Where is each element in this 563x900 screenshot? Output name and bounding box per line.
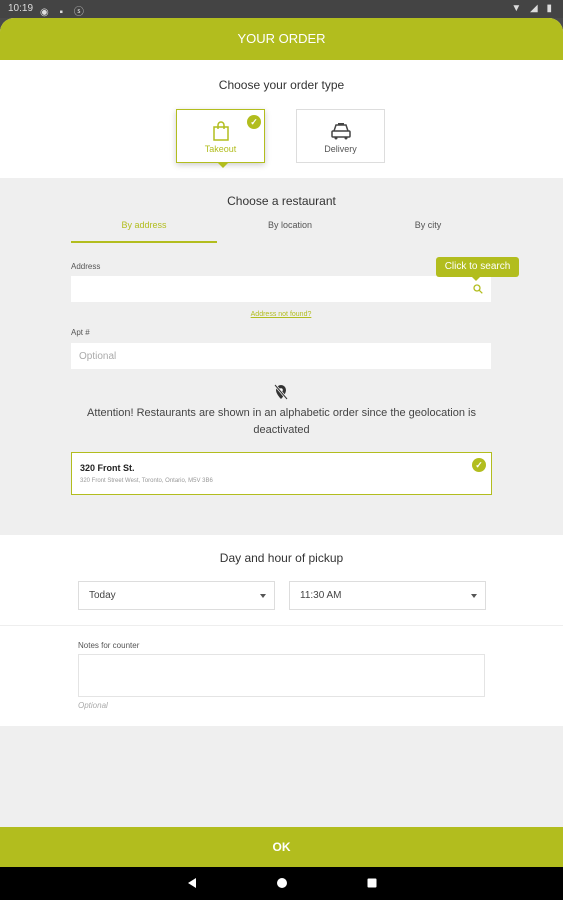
day-select[interactable]: Today bbox=[78, 581, 275, 610]
takeout-label: Takeout bbox=[204, 144, 237, 154]
tab-by-city[interactable]: By city bbox=[355, 220, 501, 230]
delivery-label: Delivery bbox=[324, 144, 357, 154]
system-icons: ▼ ◢ ▮ bbox=[511, 3, 555, 14]
location-off-icon bbox=[274, 384, 288, 400]
delivery-option[interactable]: Delivery bbox=[296, 109, 385, 163]
notes-section: Notes for counter Optional bbox=[0, 625, 563, 726]
notes-label: Notes for counter bbox=[78, 641, 140, 650]
check-icon: ✓ bbox=[247, 115, 261, 129]
address-label: Address bbox=[71, 262, 101, 271]
address-input[interactable] bbox=[71, 276, 491, 302]
dropdown-caret-icon bbox=[471, 594, 477, 598]
shopping-bag-icon bbox=[212, 121, 229, 141]
order-type-section: Choose your order type Takeout ✓ Deliver… bbox=[0, 60, 563, 178]
apt-field bbox=[71, 343, 491, 369]
apt-label: Apt # bbox=[71, 328, 90, 337]
status-time: 10:19 bbox=[8, 3, 34, 14]
address-field bbox=[71, 276, 491, 302]
recents-icon[interactable] bbox=[366, 877, 378, 889]
notes-hint: Optional bbox=[78, 701, 108, 710]
home-icon[interactable] bbox=[276, 877, 288, 889]
search-tooltip[interactable]: Click to search bbox=[436, 257, 519, 277]
tab-by-location[interactable]: By location bbox=[217, 220, 363, 230]
restaurant-name: 320 Front St. bbox=[80, 463, 135, 473]
tab-by-address[interactable]: By address bbox=[71, 220, 217, 230]
check-icon: ✓ bbox=[472, 458, 486, 472]
status-bar: 10:19 ◉ ▪ ⓢ ▼ ◢ ▮ bbox=[0, 0, 563, 18]
selection-pointer bbox=[218, 163, 228, 168]
notes-textarea[interactable] bbox=[79, 655, 484, 696]
order-modal: YOUR ORDER Choose your order type Takeou… bbox=[0, 18, 563, 867]
notes-field bbox=[78, 654, 485, 697]
geolocation-warning: Attention! Restaurants are shown in an a… bbox=[87, 407, 476, 436]
dropdown-caret-icon bbox=[260, 594, 266, 598]
notification-icons: ◉ ▪ ⓢ bbox=[40, 7, 88, 18]
restaurant-title: Choose a restaurant bbox=[227, 194, 336, 208]
day-value: Today bbox=[89, 590, 116, 601]
modal-title: YOUR ORDER bbox=[237, 31, 326, 46]
takeout-option[interactable]: Takeout ✓ bbox=[176, 109, 265, 163]
address-not-found-link[interactable]: Address not found? bbox=[231, 311, 331, 318]
hour-select[interactable]: 11:30 AM bbox=[289, 581, 486, 610]
selected-restaurant-card[interactable]: 320 Front St. 320 Front Street West, Tor… bbox=[71, 452, 492, 495]
active-tab-indicator bbox=[71, 241, 217, 243]
pickup-title: Day and hour of pickup bbox=[219, 551, 344, 565]
back-icon[interactable] bbox=[186, 877, 198, 889]
ok-button[interactable]: OK bbox=[0, 827, 563, 867]
order-type-title: Choose your order type bbox=[218, 78, 345, 92]
car-icon bbox=[330, 123, 351, 140]
search-icon[interactable] bbox=[473, 284, 483, 294]
navigation-bar bbox=[0, 867, 563, 900]
restaurant-tabs: By address By location By city bbox=[71, 220, 501, 242]
restaurant-address: 320 Front Street West, Toronto, Ontario,… bbox=[80, 478, 213, 484]
tooltip-arrow bbox=[472, 277, 480, 281]
hour-value: 11:30 AM bbox=[300, 590, 342, 601]
modal-header: YOUR ORDER bbox=[0, 18, 563, 60]
pickup-section: Day and hour of pickup Today 11:30 AM bbox=[0, 535, 563, 625]
apt-input[interactable] bbox=[71, 343, 491, 369]
